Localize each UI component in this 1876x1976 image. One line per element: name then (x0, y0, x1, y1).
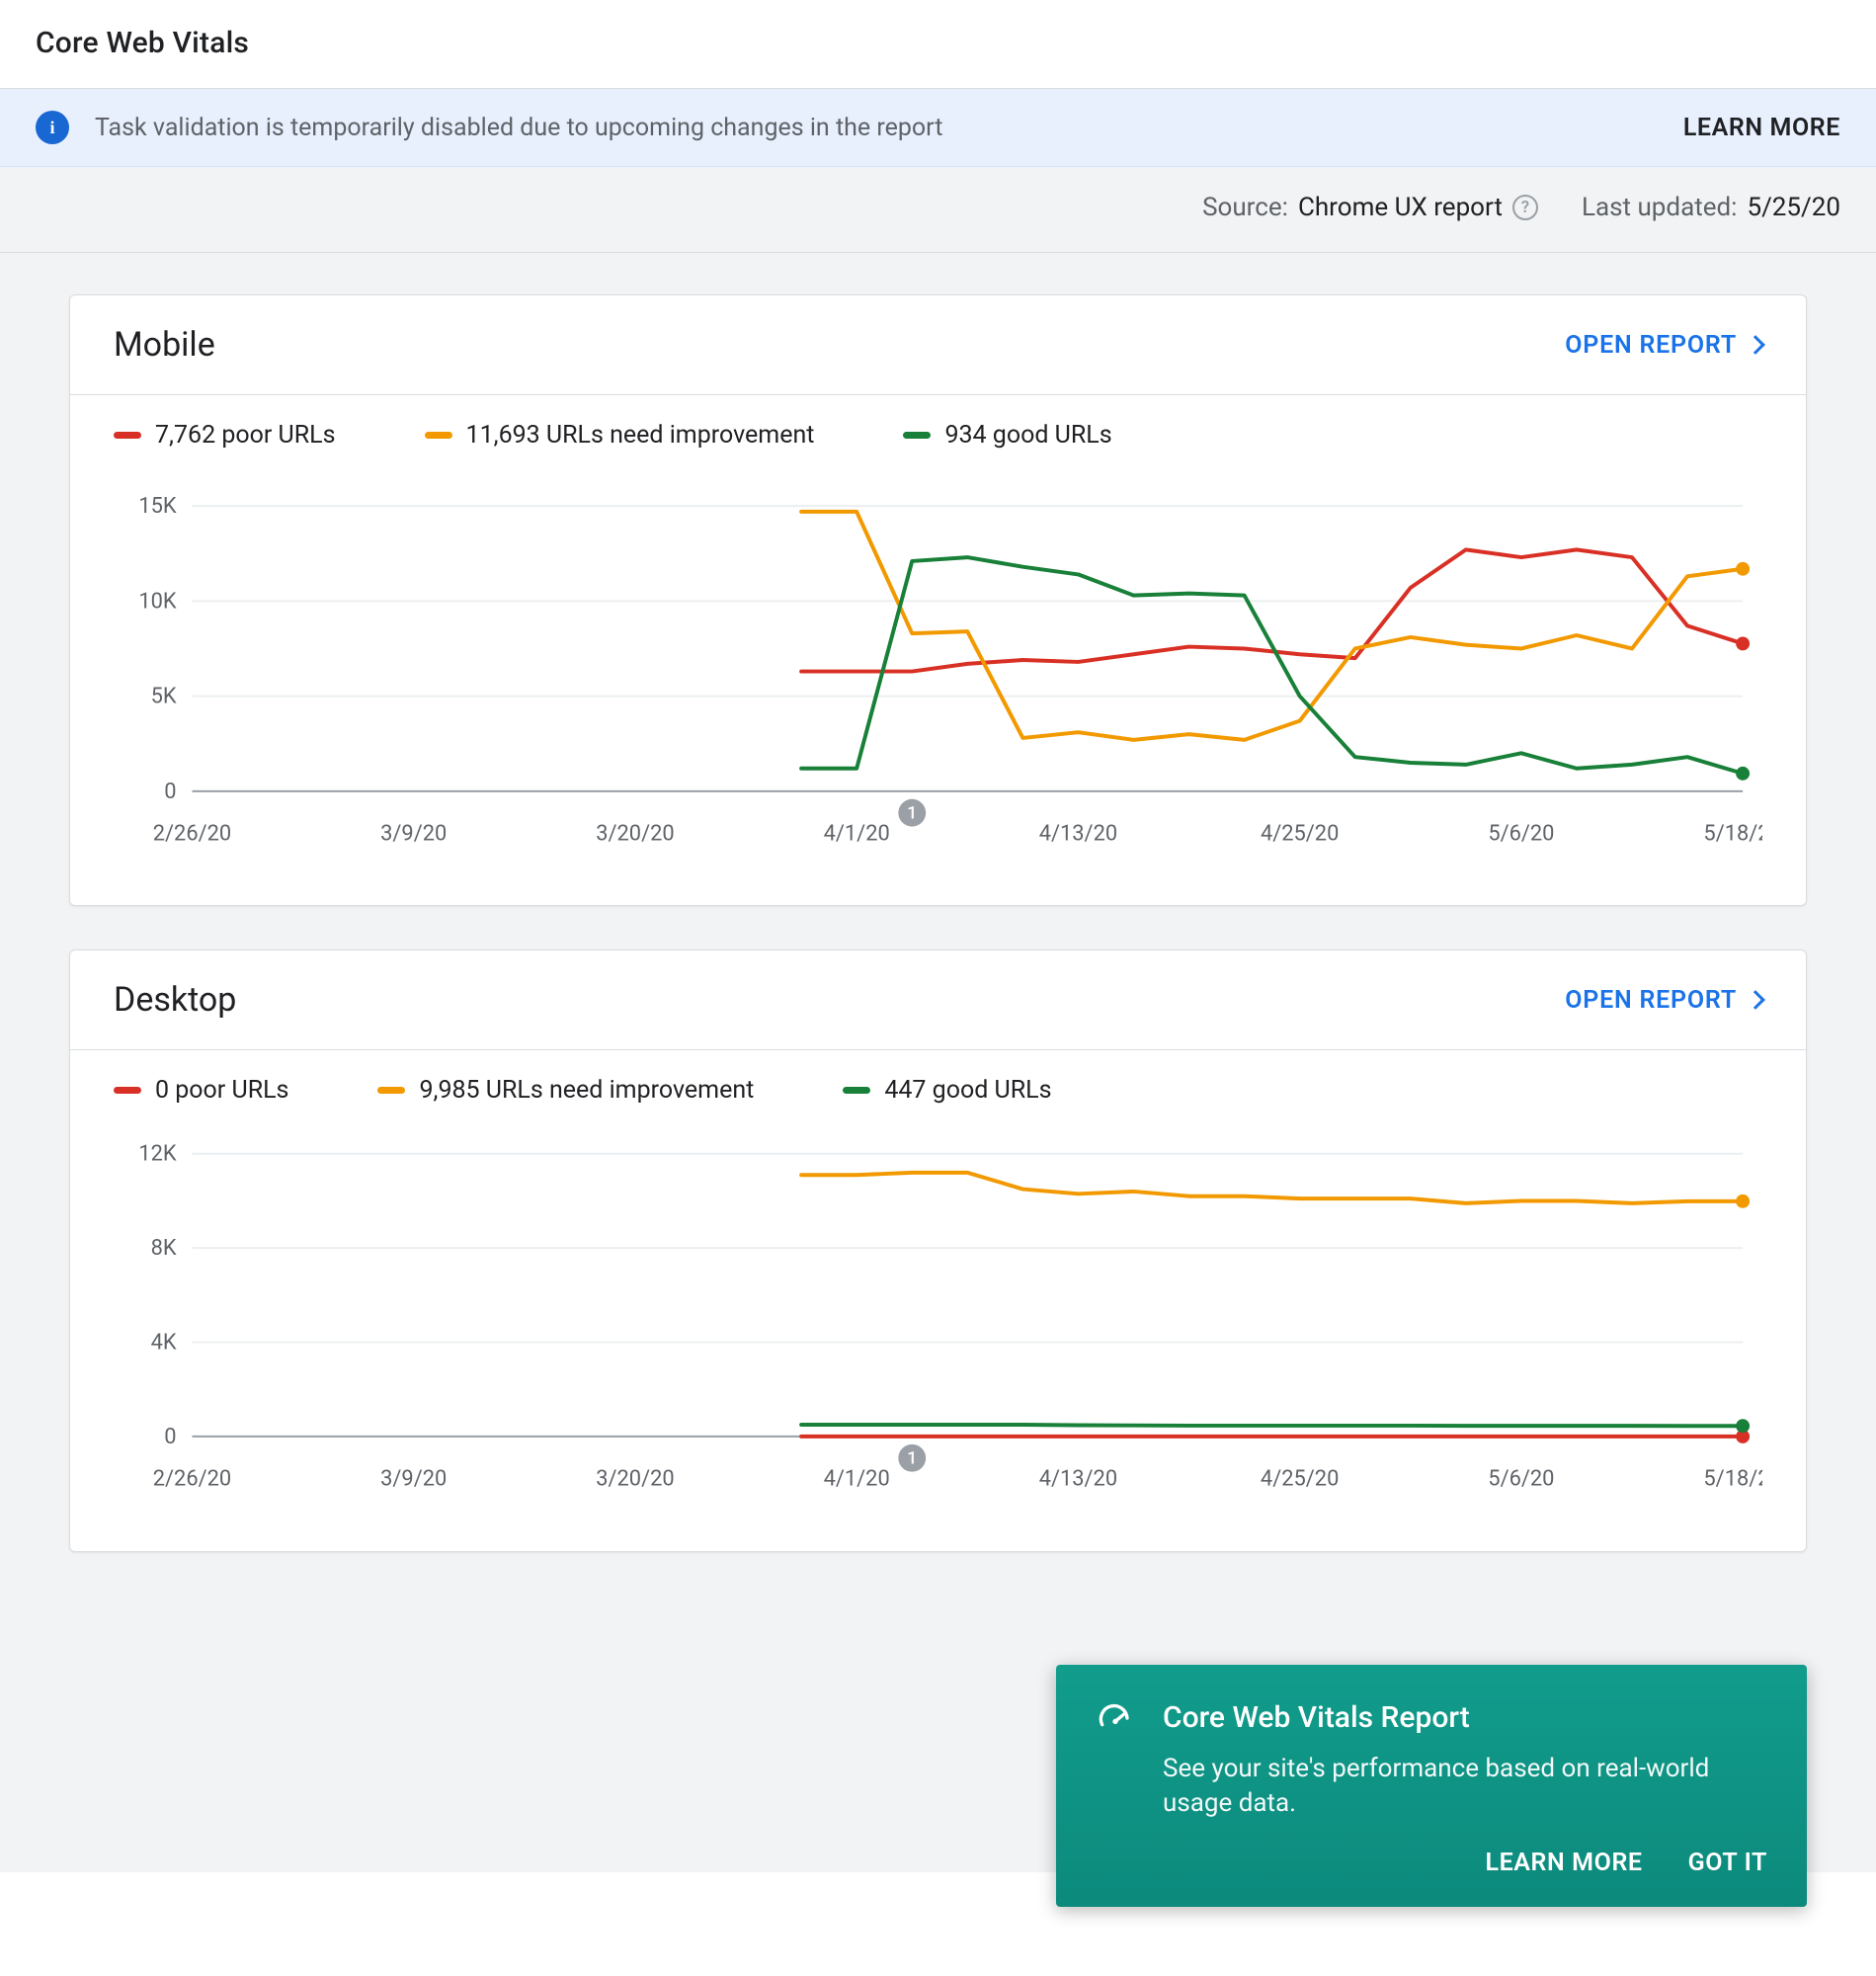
svg-text:5/6/20: 5/6/20 (1488, 1467, 1554, 1492)
learn-more-button[interactable]: LEARN MORE (1683, 114, 1840, 142)
promo-body: See your site's performance based on rea… (1163, 1752, 1767, 1821)
swatch-orange (377, 1087, 405, 1094)
swatch-red (114, 1087, 141, 1094)
svg-text:4/25/20: 4/25/20 (1261, 822, 1339, 847)
info-banner-text: Task validation is temporarily disabled … (95, 114, 1683, 142)
desktop-chart: 0 4K 8K 12K 2/26/20 3/9/20 3/20/20 4/1/20 4/13/2… (114, 1122, 1762, 1515)
source-segment: Source: Chrome UX report ? (1202, 193, 1538, 222)
legend-item-poor: 7,762 poor URLs (114, 421, 336, 450)
help-icon[interactable]: ? (1512, 195, 1538, 220)
mobile-chart: 0 5K 10K 15K 2/26/20 3/9/20 3/20/20 4/1/20 4/13/… (114, 467, 1762, 869)
chevron-right-icon (1746, 335, 1765, 355)
svg-text:3/20/20: 3/20/20 (596, 822, 674, 847)
legend-item-need: 9,985 URLs need improvement (377, 1076, 754, 1105)
desktop-card: Desktop OPEN REPORT 0 poor URLs 9,985 UR… (69, 949, 1807, 1551)
meta-row: Source: Chrome UX report ? Last updated:… (0, 167, 1876, 253)
legend-good-label: 934 good URLs (944, 421, 1111, 450)
svg-text:4/13/20: 4/13/20 (1039, 1467, 1117, 1492)
svg-text:4/13/20: 4/13/20 (1039, 822, 1117, 847)
swatch-orange (425, 432, 452, 439)
chevron-right-icon (1746, 990, 1765, 1010)
svg-text:12K: 12K (138, 1142, 177, 1167)
legend-item-good: 934 good URLs (903, 421, 1111, 450)
updated-label: Last updated: (1582, 193, 1738, 222)
svg-text:0: 0 (164, 1425, 176, 1449)
open-report-label: OPEN REPORT (1565, 986, 1737, 1015)
gauge-icon (1096, 1698, 1135, 1738)
mobile-card-head: Mobile OPEN REPORT (70, 295, 1806, 395)
source-value: Chrome UX report (1298, 193, 1503, 222)
legend-good-label: 447 good URLs (884, 1076, 1051, 1105)
svg-text:10K: 10K (138, 589, 177, 614)
svg-text:4/25/20: 4/25/20 (1261, 1467, 1339, 1492)
swatch-red (114, 432, 141, 439)
mobile-chart-wrap: 0 5K 10K 15K 2/26/20 3/9/20 3/20/20 4/1/20 4/13/… (70, 459, 1806, 905)
legend-item-good: 447 good URLs (843, 1076, 1051, 1105)
legend-item-need: 11,693 URLs need improvement (425, 421, 815, 450)
page-header: Core Web Vitals (0, 0, 1876, 89)
svg-text:3/9/20: 3/9/20 (380, 822, 447, 847)
svg-text:4/1/20: 4/1/20 (824, 1467, 890, 1492)
promo-title: Core Web Vitals Report (1163, 1700, 1470, 1735)
promo-head: Core Web Vitals Report (1096, 1698, 1767, 1738)
desktop-chart-wrap: 0 4K 8K 12K 2/26/20 3/9/20 3/20/20 4/1/20 4/13/2… (70, 1114, 1806, 1550)
svg-text:4/1/20: 4/1/20 (824, 822, 890, 847)
desktop-card-head: Desktop OPEN REPORT (70, 950, 1806, 1050)
info-icon: i (36, 111, 69, 144)
page-title: Core Web Vitals (36, 26, 1840, 60)
svg-text:3/20/20: 3/20/20 (596, 1467, 674, 1492)
legend-poor-label: 0 poor URLs (155, 1076, 288, 1105)
svg-text:2/26/20: 2/26/20 (153, 822, 231, 847)
svg-text:0: 0 (164, 780, 176, 804)
info-banner: i Task validation is temporarily disable… (0, 89, 1876, 167)
promo-actions: LEARN MORE GOT IT (1096, 1849, 1767, 1877)
updated-value: 5/25/20 (1747, 193, 1840, 222)
promo-learn-more-button[interactable]: LEARN MORE (1485, 1849, 1642, 1877)
svg-text:3/9/20: 3/9/20 (380, 1467, 447, 1492)
mobile-legend: 7,762 poor URLs 11,693 URLs need improve… (70, 395, 1806, 459)
svg-text:4K: 4K (151, 1331, 177, 1356)
svg-text:2/26/20: 2/26/20 (153, 1467, 231, 1492)
swatch-green (903, 432, 931, 439)
svg-text:5/6/20: 5/6/20 (1488, 822, 1554, 847)
legend-need-label: 9,985 URLs need improvement (419, 1076, 754, 1105)
svg-text:8K: 8K (151, 1236, 177, 1261)
legend-item-poor: 0 poor URLs (114, 1076, 288, 1105)
content-area: Mobile OPEN REPORT 7,762 poor URLs 11,69… (0, 253, 1876, 1872)
source-label: Source: (1202, 193, 1288, 222)
svg-text:1: 1 (907, 802, 917, 823)
svg-text:5K: 5K (151, 685, 177, 709)
mobile-card-title: Mobile (114, 325, 215, 365)
updated-segment: Last updated: 5/25/20 (1582, 193, 1840, 222)
promo-toast: Core Web Vitals Report See your site's p… (1056, 1665, 1807, 1907)
legend-poor-label: 7,762 poor URLs (155, 421, 336, 450)
svg-text:1: 1 (907, 1448, 917, 1469)
desktop-legend: 0 poor URLs 9,985 URLs need improvement … (70, 1050, 1806, 1114)
legend-need-label: 11,693 URLs need improvement (466, 421, 815, 450)
svg-text:5/18/20: 5/18/20 (1703, 1467, 1762, 1492)
svg-text:5/18/20: 5/18/20 (1703, 822, 1762, 847)
open-report-label: OPEN REPORT (1565, 331, 1737, 360)
mobile-card: Mobile OPEN REPORT 7,762 poor URLs 11,69… (69, 294, 1807, 906)
swatch-green (843, 1087, 870, 1094)
promo-got-it-button[interactable]: GOT IT (1688, 1849, 1767, 1877)
desktop-card-title: Desktop (114, 980, 236, 1020)
open-report-button[interactable]: OPEN REPORT (1565, 986, 1762, 1015)
svg-text:15K: 15K (138, 494, 177, 519)
open-report-button[interactable]: OPEN REPORT (1565, 331, 1762, 360)
